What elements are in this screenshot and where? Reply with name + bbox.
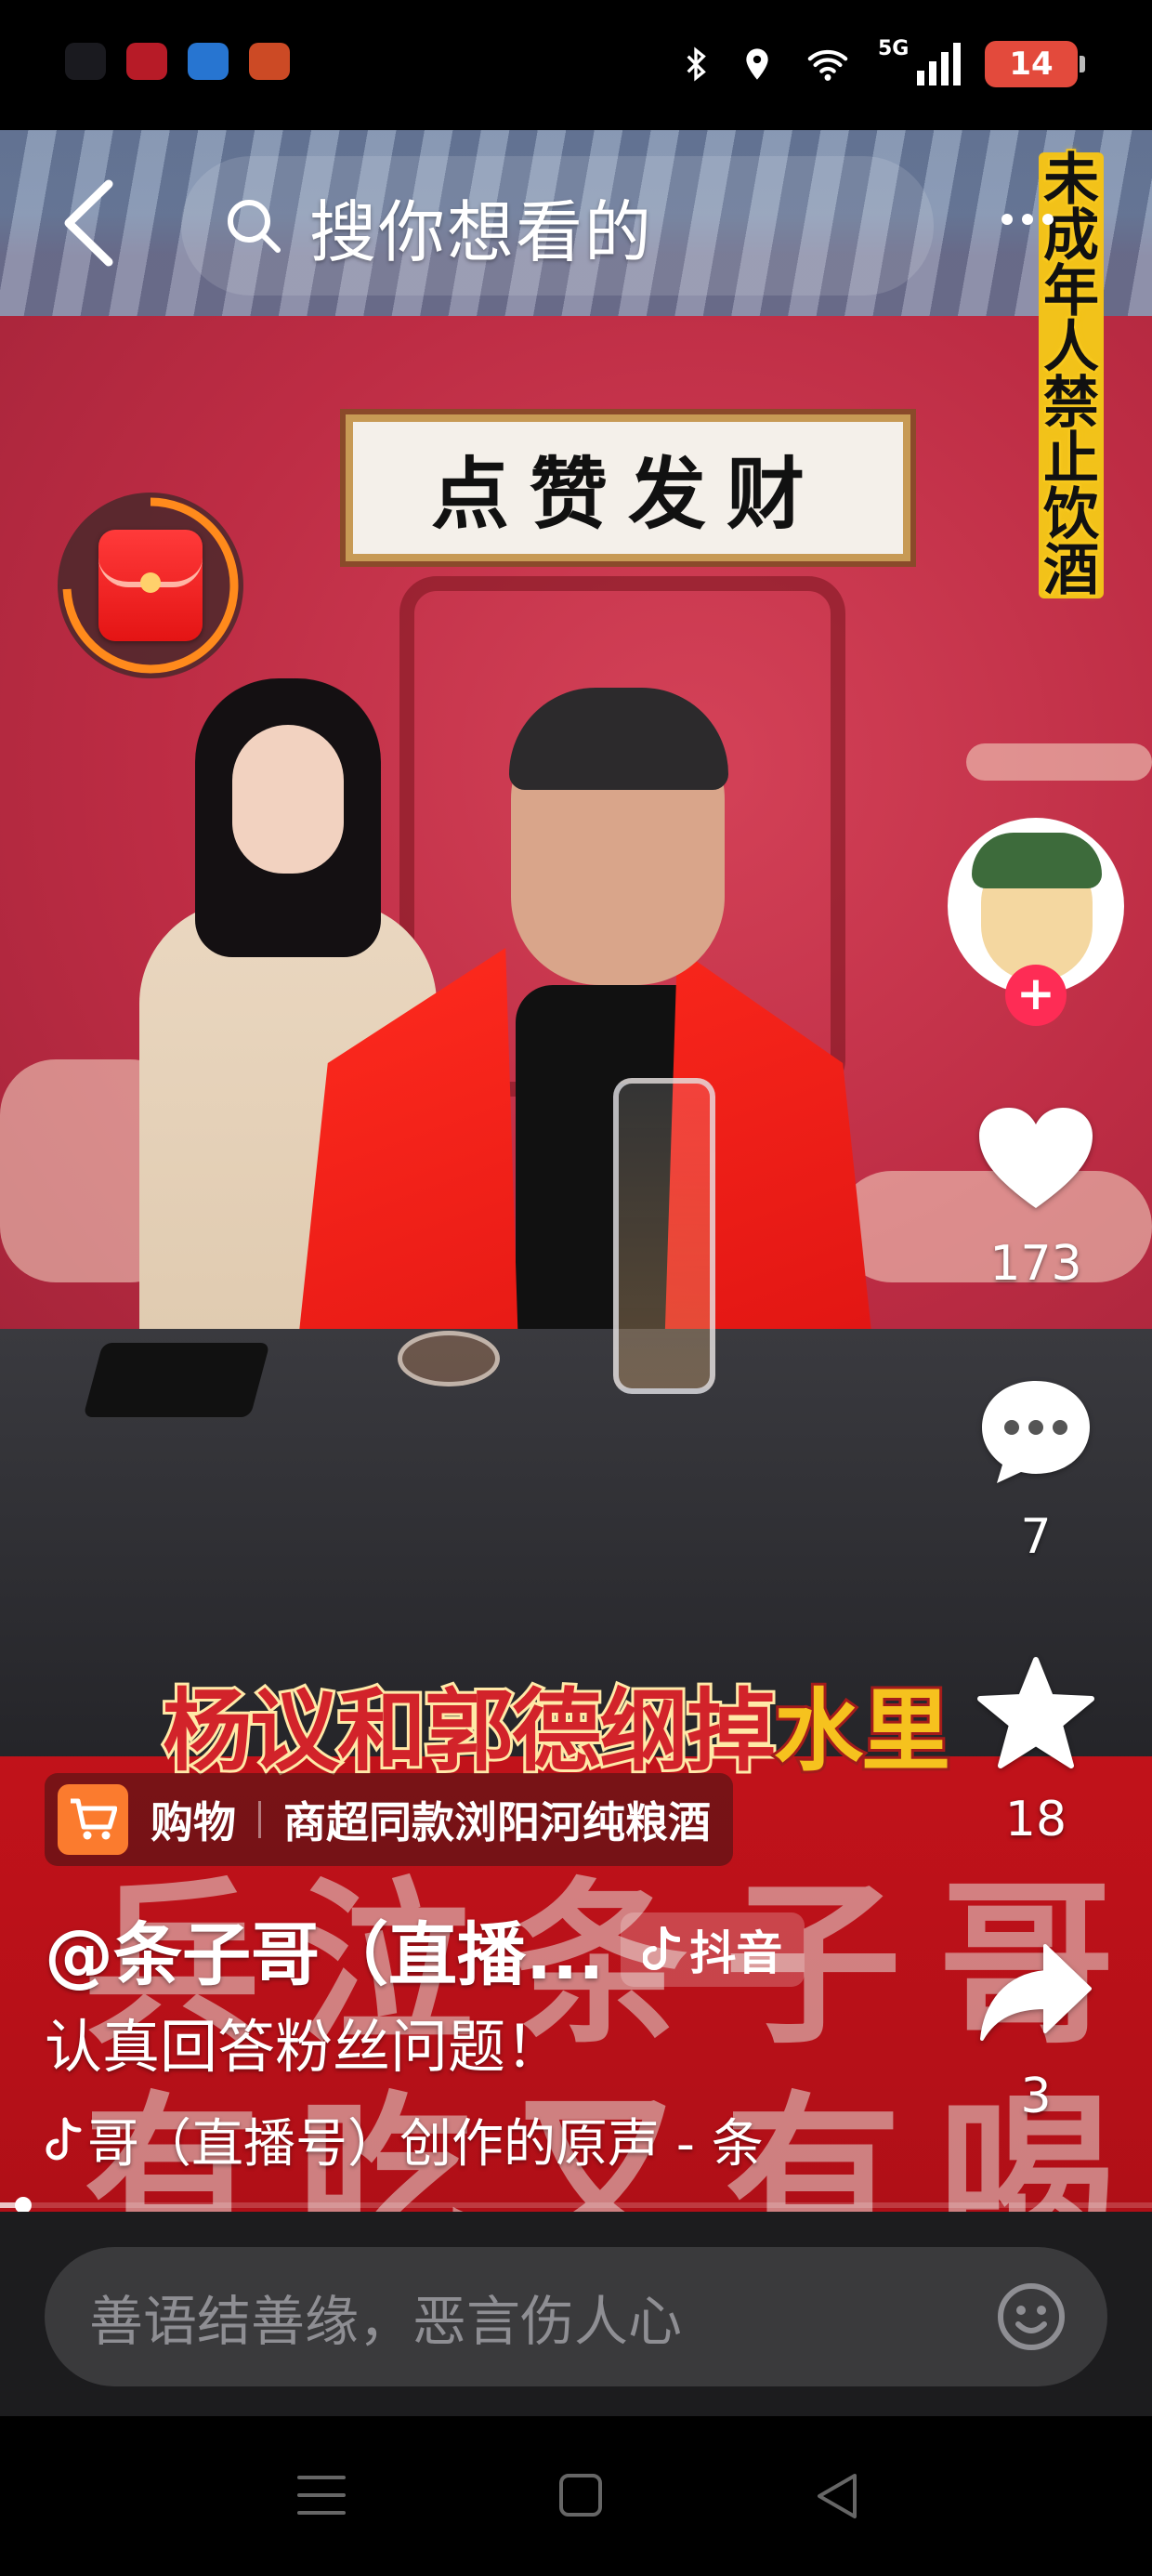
star-icon: [977, 1657, 1094, 1768]
network-type-label: 5G: [878, 37, 910, 60]
heart-icon: [979, 1108, 1093, 1208]
search-icon: [228, 200, 281, 253]
app-notification-4-icon: [249, 43, 290, 80]
follow-plus-button[interactable]: +: [1005, 965, 1067, 1026]
battery-indicator: 14: [985, 41, 1085, 87]
video-caption: 杨议和郭德纲掉水里: [160, 1659, 953, 1788]
cellular-signal-icon: 5G: [878, 37, 961, 85]
app-notification-2-icon: [126, 43, 167, 80]
share-button[interactable]: 3: [966, 1942, 1106, 2124]
shopping-tag[interactable]: 购物 商超同款浏阳河纯粮酒: [45, 1773, 733, 1866]
like-button[interactable]: 173: [966, 1104, 1106, 1292]
video-progress-bar[interactable]: [0, 2197, 1152, 2214]
more-options-icon[interactable]: [1001, 214, 1057, 232]
home-icon[interactable]: [557, 2472, 604, 2518]
video-sign-text: 点赞发财: [430, 447, 825, 540]
douyin-logo-icon: [643, 1925, 681, 1970]
back-icon[interactable]: [58, 177, 123, 269]
notification-icons: [65, 43, 290, 80]
video-sign: 点赞发财: [340, 409, 916, 567]
comment-input[interactable]: 善语结善缘，恶言伤人心: [45, 2247, 1107, 2386]
red-packet-button[interactable]: [58, 493, 243, 678]
avatar-hair: [972, 833, 1102, 888]
video-glass: [613, 1078, 715, 1394]
comment-placeholder: 善语结善缘，恶言伤人心: [89, 2290, 683, 2353]
system-icons: 5G 14: [677, 37, 1085, 87]
search-bar[interactable]: 搜你想看的: [181, 156, 934, 296]
shopping-cart-icon: [58, 1784, 128, 1855]
system-navigation-bar: [0, 2416, 1152, 2576]
like-count: 173: [989, 1236, 1082, 1292]
shopping-label: 购物: [151, 1797, 236, 1847]
share-count: 3: [1020, 2069, 1052, 2124]
emoji-icon[interactable]: [996, 2281, 1067, 2352]
video-dish: [398, 1331, 500, 1387]
app-notification-3-icon: [188, 43, 229, 80]
battery-level: 14: [1009, 46, 1054, 83]
video-calculator: [83, 1343, 270, 1417]
platform-badge-label: 抖音: [689, 1925, 783, 1980]
menu-icon[interactable]: [295, 2472, 347, 2518]
search-placeholder: 搜你想看的: [309, 192, 654, 271]
comment-count: 7: [1020, 1509, 1052, 1565]
music-title: 哥（直播号）创作的原声 - 条: [87, 2114, 764, 2175]
music-note-icon: [46, 2117, 82, 2160]
author-row: @条子哥（直播... 抖音: [45, 1899, 805, 1999]
comment-button[interactable]: 7: [966, 1377, 1106, 1565]
post-description[interactable]: 认真回答粉丝问题！: [45, 2000, 563, 2083]
video-caption-main: 杨议和郭德纲掉: [160, 1676, 779, 1786]
author-name[interactable]: @条子哥（直播...: [45, 1899, 604, 1999]
comment-bar: 善语结善缘，恶言伤人心: [0, 2212, 1152, 2416]
back-triangle-icon[interactable]: [814, 2472, 860, 2520]
red-envelope-icon: [98, 530, 203, 641]
favorite-button[interactable]: 18: [966, 1656, 1106, 1847]
video-person-woman-face: [232, 725, 344, 874]
platform-badge: 抖音: [621, 1912, 805, 1987]
favorite-count: 18: [1004, 1792, 1067, 1847]
share-arrow-icon: [980, 1944, 1092, 2041]
wifi-icon: [807, 49, 848, 81]
comment-icon: [982, 1381, 1090, 1483]
status-bar: 5G 14: [0, 0, 1152, 130]
location-icon: [746, 48, 768, 80]
bluetooth-icon: [687, 46, 706, 82]
shopping-divider: [258, 1801, 261, 1838]
video-caption-highlight: 水里: [771, 1676, 953, 1786]
app-notification-1-icon: [65, 43, 106, 80]
video-cloud: [966, 743, 1152, 781]
music-row[interactable]: 哥（直播号）创作的原声 - 条: [45, 2102, 769, 2177]
shopping-product-title: 商超同款浏阳河纯粮酒: [283, 1797, 711, 1847]
